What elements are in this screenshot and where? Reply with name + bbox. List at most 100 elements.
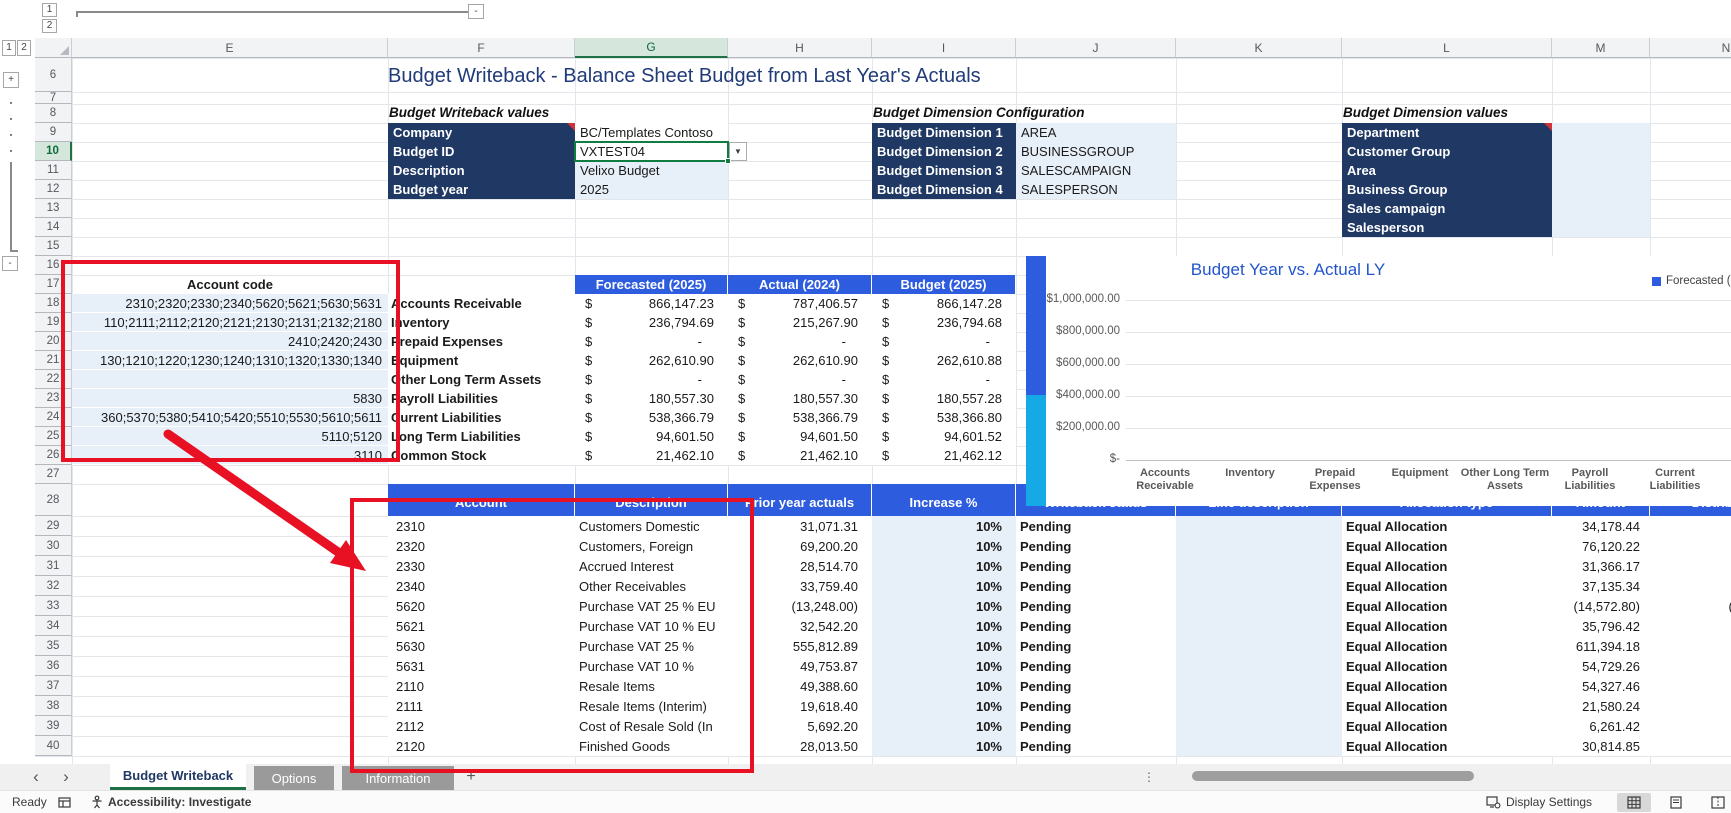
row-header-22[interactable]: 22 [35,370,72,389]
display-settings-button[interactable]: Display Settings [1506,791,1592,813]
detail-cell-increase-r35[interactable]: 10% [872,636,1016,656]
row-header-27[interactable]: 27 [35,465,72,484]
detail-cell-line-description-r37[interactable] [1176,676,1342,696]
detail-cell-line-description-r40[interactable] [1176,736,1342,756]
detail-cell-increase-r38[interactable]: 10% [872,696,1016,716]
row-header-17[interactable]: 17 [35,275,72,294]
detail-cell-increase-r30[interactable]: 10% [872,536,1016,556]
detail-cell-increase-r34[interactable]: 10% [872,616,1016,636]
row-header-30[interactable]: 30 [35,536,72,556]
account-codes-payroll-liabilities[interactable]: 5830 [72,389,388,408]
detail-cell-line-description-r38[interactable] [1176,696,1342,716]
view-page-layout-button[interactable] [1659,793,1693,812]
budget-id-dropdown-button[interactable]: ▼ [729,142,747,161]
row-header-36[interactable]: 36 [35,656,72,676]
sheet-tab-information[interactable]: Information [342,766,454,790]
macro-record-icon[interactable] [58,791,71,813]
description-value[interactable]: Velixo Budget [575,161,728,180]
row-header-29[interactable]: 29 [35,516,72,536]
detail-cell-increase-r33[interactable]: 10% [872,596,1016,616]
detail-cell-increase-r40[interactable]: 10% [872,736,1016,756]
row-header-40[interactable]: 40 [35,736,72,756]
row-header-19[interactable]: 19 [35,313,72,332]
column-header-g[interactable]: G [575,38,728,58]
sheet-nav-next-button[interactable]: › [54,764,78,790]
row-header-6[interactable]: 6 [35,58,72,92]
row-header-23[interactable]: 23 [35,389,72,408]
column-header-h[interactable]: H [728,38,872,58]
dimension-value-input-customer-group[interactable] [1552,142,1650,161]
row-header-8[interactable]: 8 [35,104,72,123]
account-codes-prepaid-expenses[interactable]: 2410;2420;2430 [72,332,388,351]
sheet-tab-options[interactable]: Options [254,766,334,790]
row-header-18[interactable]: 18 [35,294,72,313]
add-sheet-button[interactable]: + [458,764,484,790]
row-header-33[interactable]: 33 [35,596,72,616]
detail-cell-line-description-r36[interactable] [1176,656,1342,676]
view-page-break-button[interactable] [1701,793,1731,812]
column-header-i[interactable]: I [872,38,1016,58]
budget-dimension-1-value[interactable]: AREA [1016,123,1176,142]
row-header-32[interactable]: 32 [35,576,72,596]
row-header-20[interactable]: 20 [35,332,72,351]
account-codes-accounts-receivable[interactable]: 2310;2320;2330;2340;5620;5621;5630;5631 [72,294,388,313]
row-header-39[interactable]: 39 [35,716,72,736]
detail-cell-line-description-r35[interactable] [1176,636,1342,656]
row-header-15[interactable]: 15 [35,237,72,256]
horizontal-scrollbar-thumb[interactable] [1192,771,1474,781]
detail-cell-increase-r39[interactable]: 10% [872,716,1016,736]
account-codes-other-long-term-assets[interactable] [72,370,388,389]
detail-cell-increase-r31[interactable]: 10% [872,556,1016,576]
detail-cell-increase-r32[interactable]: 10% [872,576,1016,596]
dimension-value-input-salesperson[interactable] [1552,218,1650,237]
select-all-corner[interactable] [35,38,72,58]
row-header-37[interactable]: 37 [35,676,72,696]
row-header-28[interactable]: 28 [35,484,72,516]
sheet-tab-budget-writeback[interactable]: Budget Writeback [110,764,246,790]
detail-cell-line-description-r31[interactable] [1176,556,1342,576]
column-header-m[interactable]: M [1552,38,1650,58]
budget-dimension-3-value[interactable]: SALESCAMPAIGN [1016,161,1176,180]
budget-dimension-2-value[interactable]: BUSINESSGROUP [1016,142,1176,161]
detail-cell-increase-r37[interactable]: 10% [872,676,1016,696]
row-group-collapse-button[interactable]: - [2,256,18,271]
budget-year-value[interactable]: 2025 [575,180,728,199]
row-outline-level-1-button[interactable]: 1 [2,40,16,56]
column-header-e[interactable]: E [72,38,388,58]
column-header-f[interactable]: F [388,38,575,58]
row-header-7[interactable]: 7 [35,92,72,104]
row-header-24[interactable]: 24 [35,408,72,427]
detail-cell-line-description-r33[interactable] [1176,596,1342,616]
account-codes-long-term-liabilities[interactable]: 5110;5120 [72,427,388,446]
dimension-value-input-business-group[interactable] [1552,180,1650,199]
column-header-n[interactable]: N [1650,38,1731,58]
dimension-value-input-sales-campaign[interactable] [1552,199,1650,218]
accessibility-status[interactable]: Accessibility: Investigate [108,791,251,813]
account-codes-equipment[interactable]: 130;1210;1220;1230;1240;1310;1320;1330;1… [72,351,388,370]
account-codes-current-liabilities[interactable]: 360;5370;5380;5410;5420;5510;5530;5610;5… [72,408,388,427]
row-header-11[interactable]: 11 [35,161,72,180]
detail-cell-line-description-r29[interactable] [1176,516,1342,536]
dimension-value-input-department[interactable] [1552,123,1650,142]
tab-scroll-splitter[interactable]: ⋮ [1142,764,1156,790]
row-header-26[interactable]: 26 [35,446,72,465]
row-header-34[interactable]: 34 [35,616,72,636]
row-header-9[interactable]: 9 [35,123,72,142]
column-header-l[interactable]: L [1342,38,1552,58]
detail-cell-increase-r29[interactable]: 10% [872,516,1016,536]
detail-cell-line-description-r32[interactable] [1176,576,1342,596]
detail-cell-line-description-r30[interactable] [1176,536,1342,556]
row-header-38[interactable]: 38 [35,696,72,716]
detail-cell-line-description-r34[interactable] [1176,616,1342,636]
row-header-16[interactable]: 16 [35,256,72,275]
row-header-31[interactable]: 31 [35,556,72,576]
row-header-25[interactable]: 25 [35,427,72,446]
column-header-j[interactable]: J [1016,38,1176,58]
row-group-expand-button[interactable]: + [3,72,19,88]
company-value[interactable]: BC/Templates Contoso [575,123,728,142]
account-codes-inventory[interactable]: 110;2111;2112;2120;2121;2130;2131;2132;2… [72,313,388,332]
row-header-13[interactable]: 13 [35,199,72,218]
view-normal-button[interactable] [1617,793,1651,812]
sheet-nav-prev-button[interactable]: ‹ [24,764,48,790]
row-header-10[interactable]: 10 [35,142,72,161]
